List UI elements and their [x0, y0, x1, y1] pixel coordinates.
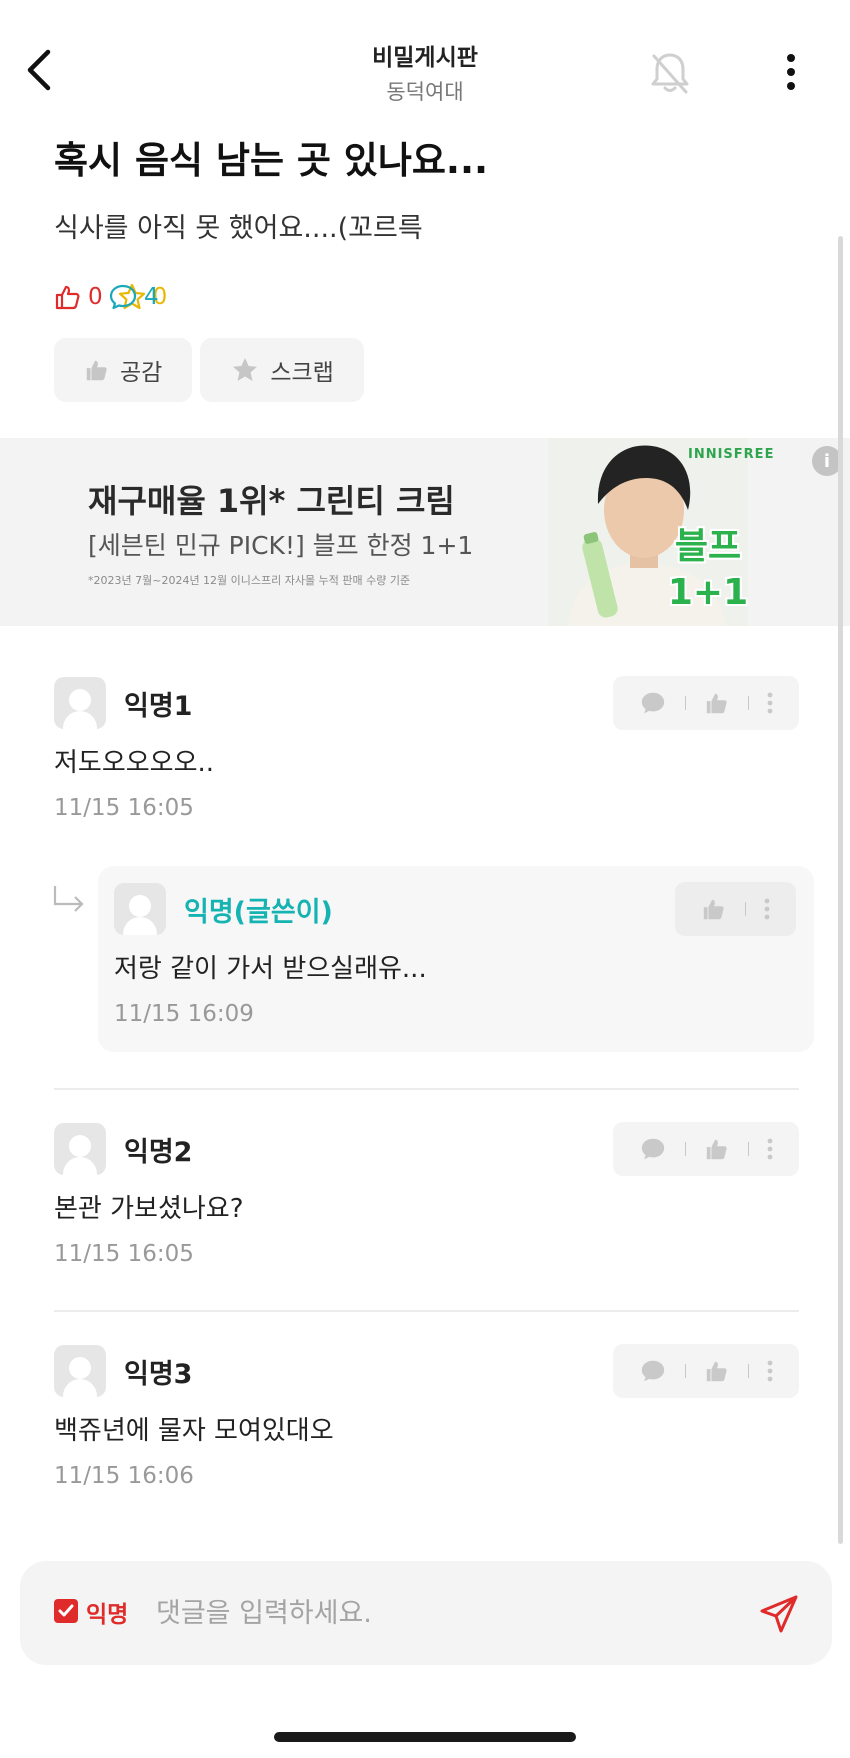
notification-toggle-button[interactable] [640, 42, 700, 102]
comment-item: 익명3 백쥬년에 물자 모여있대오 11/15 16:06 [54, 1344, 799, 1489]
thumbs-up-icon[interactable] [704, 690, 730, 716]
speech-bubble-outline-icon [109, 284, 137, 310]
comment-time: 11/15 16:09 [114, 1001, 254, 1027]
post-action-row: 공감 스크랩 [54, 338, 364, 402]
comment-time: 11/15 16:06 [54, 1463, 194, 1489]
comment-actions [613, 1122, 799, 1176]
comment-time: 11/15 16:05 [54, 1241, 194, 1267]
anonymous-checkbox[interactable] [54, 1599, 78, 1623]
comment-author: 익명3 [124, 1358, 193, 1390]
reply-arrow-icon [53, 886, 84, 912]
kebab-menu-icon[interactable] [764, 898, 770, 920]
comment-divider [54, 1310, 799, 1312]
app-header: 비밀게시판 동덕여대 [0, 0, 850, 110]
ad-badge-line2: 1+1 [667, 572, 749, 613]
thumbs-up-icon[interactable] [704, 1136, 730, 1162]
ad-subline: [세븐틴 민규 PICK!] 블프 한정 1+1 [88, 531, 474, 560]
comment-count-value: 4 [144, 284, 159, 310]
comment-divider [54, 1088, 799, 1090]
scrap-button[interactable]: 스크랩 [200, 338, 364, 402]
like-count: 0 [54, 283, 103, 311]
avatar [114, 883, 166, 935]
comment-text: 백쥬년에 물자 모여있대오 [54, 1416, 334, 1446]
thumbs-up-icon[interactable] [701, 896, 727, 922]
post-body: 식사를 아직 못 했어요....(꼬르륵 [54, 213, 423, 244]
avatar [54, 677, 106, 729]
star-icon [233, 358, 258, 381]
send-button[interactable] [754, 1589, 804, 1639]
ad-badge-line1: 블프 [674, 526, 742, 567]
bell-off-icon [651, 53, 689, 94]
kebab-menu-icon[interactable] [767, 692, 773, 714]
ad-brand: INNISFREE [688, 447, 775, 462]
comment-text: 저랑 같이 가서 받으실래유... [114, 954, 427, 984]
like-count-value: 0 [88, 284, 103, 310]
reply-bubble-icon[interactable] [639, 1136, 667, 1162]
thumbs-up-icon [86, 360, 107, 381]
reply-item: 익명(글쓴이) 저랑 같이 가서 받으실래유... 11/15 16:09 [114, 882, 796, 1027]
header-titles: 비밀게시판 동덕여대 [0, 38, 850, 106]
comment-item: 익명2 본관 가보셨나요? 11/15 16:05 [54, 1122, 799, 1267]
like-button-label: 공감 [120, 360, 163, 386]
ad-headline: 재구매율 1위* 그린티 크림 [88, 482, 455, 520]
comment-text: 저도오오오오.. [54, 748, 215, 778]
scrollbar[interactable] [838, 236, 843, 1544]
comment-actions [613, 676, 799, 730]
reply-container: 익명(글쓴이) 저랑 같이 가서 받으실래유... 11/15 16:09 [98, 866, 814, 1052]
avatar [54, 1123, 106, 1175]
avatar [54, 1345, 106, 1397]
board-name: 비밀게시판 [372, 45, 478, 71]
thumbs-up-icon[interactable] [704, 1358, 730, 1384]
ad-promo-badge: 블프 1+1 [656, 524, 760, 616]
comment-time: 11/15 16:05 [54, 795, 194, 821]
kebab-menu-icon[interactable] [767, 1360, 773, 1382]
more-options-button[interactable] [766, 42, 816, 102]
comment-header: 익명2 [54, 1122, 799, 1176]
comment-author: 익명2 [124, 1136, 193, 1168]
post-stats: 0 4 0 [54, 283, 167, 311]
comment-actions [675, 882, 796, 936]
anonymous-label[interactable]: 익명 [86, 1595, 128, 1629]
post-title: 혹시 음식 남는 곳 있나요... [54, 139, 489, 182]
comment-header: 익명3 [54, 1344, 799, 1398]
scrap-button-label: 스크랩 [270, 360, 334, 386]
comment-actions [613, 1344, 799, 1398]
comment-author: 익명(글쓴이) [184, 896, 333, 928]
ad-banner[interactable]: 재구매율 1위* 그린티 크림 [세븐틴 민규 PICK!] 블프 한정 1+1… [0, 438, 850, 626]
kebab-menu-icon[interactable] [767, 1138, 773, 1160]
comment-input[interactable] [156, 1587, 736, 1639]
comment-composer: 익명 [20, 1561, 832, 1665]
reply-bubble-icon[interactable] [639, 1358, 667, 1384]
kebab-menu-icon [787, 54, 795, 90]
school-name: 동덕여대 [386, 80, 464, 104]
comment-count: 4 [108, 283, 850, 311]
thumbs-up-outline-icon [55, 285, 80, 310]
comment-item: 익명1 저도오오오오.. 11/15 16:05 [54, 676, 799, 821]
comment-header: 익명(글쓴이) [114, 882, 796, 936]
home-indicator [274, 1732, 576, 1742]
like-button[interactable]: 공감 [54, 338, 193, 402]
send-icon [760, 1595, 798, 1633]
comment-author: 익명1 [124, 690, 193, 722]
comment-text: 본관 가보셨나요? [54, 1194, 244, 1224]
comment-header: 익명1 [54, 676, 799, 730]
ad-fine-print: *2023년 7월~2024년 12월 이니스프리 자사몰 누적 판매 수량 기… [88, 574, 411, 587]
reply-bubble-icon[interactable] [639, 690, 667, 716]
check-icon [58, 1604, 74, 1617]
